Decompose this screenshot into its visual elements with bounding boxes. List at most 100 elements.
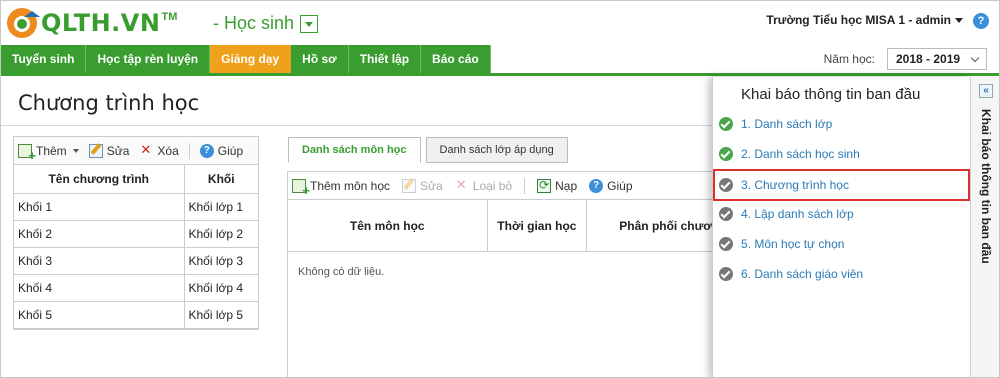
- help-icon: [589, 178, 604, 193]
- cell-grade: Khối lớp 5: [184, 301, 258, 329]
- check-icon: [719, 237, 733, 251]
- step-curriculum[interactable]: 3. Chương trình học: [713, 169, 970, 201]
- nav-tab-giang-day[interactable]: Giảng dạy: [210, 45, 292, 73]
- help-button[interactable]: Giúp: [199, 143, 244, 158]
- delete-label: Xóa: [157, 143, 179, 158]
- edit-program-button[interactable]: Sửa: [88, 143, 129, 158]
- nav-tab-tuyen-sinh[interactable]: Tuyển sinh: [1, 45, 87, 73]
- add-icon: [18, 143, 36, 163]
- logo[interactable]: QLTH.VN TM: [7, 4, 177, 42]
- step-label: 1. Danh sách lớp: [741, 117, 833, 131]
- add-subject-label: Thêm môn học: [310, 178, 391, 193]
- page-title: Chương trình học: [18, 91, 200, 115]
- program-table: Tên chương trình Khối Khối 1 Khối lớp 1 …: [14, 165, 258, 329]
- step-label: 3. Chương trình học: [741, 178, 849, 192]
- subject-toolbar: Thêm môn học Sửa Loại bỏ Nạp Giúp: [288, 172, 727, 200]
- reload-button[interactable]: Nạp: [537, 178, 578, 193]
- add-label: Thêm: [36, 143, 67, 158]
- caret-down-icon: [955, 17, 963, 23]
- chevron-down-icon[interactable]: [300, 14, 319, 33]
- graduation-logo-icon: [7, 8, 40, 38]
- add-program-button[interactable]: Thêm: [18, 143, 79, 163]
- nav-tabs: Tuyển sinh Học tập rèn luyện Giảng dạy H…: [1, 45, 491, 73]
- help-icon[interactable]: ?: [973, 13, 989, 29]
- remove-subject-label: Loại bỏ: [472, 178, 513, 193]
- side-label-text: Khai báo thông tin ban đầu: [979, 109, 993, 264]
- edit-icon: [402, 178, 417, 193]
- nav-tab-thiet-lap[interactable]: Thiết lập: [348, 45, 422, 73]
- cell-program-name: Khối 3: [14, 247, 185, 275]
- table-row[interactable]: Khối 3 Khối lớp 3: [14, 247, 258, 275]
- help-label: Giúp: [607, 178, 633, 193]
- col-subject-name[interactable]: Tên môn học: [288, 200, 488, 251]
- nav-tab-ho-so[interactable]: Hồ sơ: [291, 45, 349, 73]
- app-window: QLTH.VN TM - Học sinh Trường Tiểu học MI…: [0, 0, 1000, 378]
- main-nav: Tuyển sinh Học tập rèn luyện Giảng dạy H…: [1, 45, 999, 76]
- add-subject-button[interactable]: Thêm môn học: [292, 178, 391, 198]
- col-grade[interactable]: Khối: [184, 165, 258, 194]
- step-class-list[interactable]: 1. Danh sách lớp: [719, 110, 969, 138]
- nav-tab-bao-cao[interactable]: Báo cáo: [421, 45, 491, 73]
- help-icon: [199, 143, 214, 158]
- cell-grade: Khối lớp 1: [184, 193, 258, 221]
- step-student-list[interactable]: 2. Danh sách học sinh: [719, 140, 969, 168]
- table-header-row: Tên chương trình Khối: [14, 165, 258, 194]
- account-menu[interactable]: Trường Tiểu học MISA 1 - admin: [766, 13, 963, 27]
- cell-program-name: Khối 4: [14, 274, 185, 302]
- check-icon: [719, 267, 733, 281]
- reload-label: Nạp: [555, 178, 578, 193]
- help-button[interactable]: Giúp: [589, 178, 633, 193]
- collapse-icon[interactable]: «: [979, 84, 993, 98]
- step-label: 6. Danh sách giáo viên: [741, 267, 864, 281]
- delete-icon: [455, 177, 469, 193]
- cell-grade: Khối lớp 2: [184, 220, 258, 248]
- empty-message: Không có dữ liệu.: [298, 266, 385, 278]
- year-select[interactable]: 2018 - 2019: [887, 48, 987, 70]
- side-label: Khai báo thông tin ban đầu: [973, 109, 999, 289]
- brand-name: QLTH.VN: [41, 9, 161, 37]
- tab-subject-list[interactable]: Danh sách môn học: [288, 137, 421, 163]
- cell-program-name: Khối 2: [14, 220, 185, 248]
- check-icon: [719, 147, 733, 161]
- cell-grade: Khối lớp 3: [184, 247, 258, 275]
- toolbar-divider: [188, 142, 190, 159]
- flyout-title: Khai báo thông tin ban đầu: [741, 86, 921, 103]
- module-switcher[interactable]: - Học sinh: [213, 13, 319, 34]
- year-label: Năm học:: [823, 52, 875, 66]
- edit-subject-button[interactable]: Sửa: [402, 178, 443, 193]
- edit-icon: [88, 143, 103, 158]
- step-label: 4. Lập danh sách lớp: [741, 207, 854, 221]
- tab-applied-classes[interactable]: Danh sách lớp áp dụng: [425, 137, 568, 163]
- flyout-side-strip[interactable]: « Khai báo thông tin ban đầu: [970, 77, 999, 377]
- step-elective-subjects[interactable]: 5. Môn học tự chọn: [719, 230, 969, 258]
- check-icon: [719, 178, 733, 192]
- nav-tab-hoc-tap-ren-luyen[interactable]: Học tập rèn luyện: [86, 45, 211, 73]
- table-row[interactable]: Khối 5 Khối lớp 5: [14, 301, 258, 329]
- school-user-label: Trường Tiểu học MISA 1 - admin: [766, 13, 951, 27]
- program-list-panel: Thêm Sửa Xóa Giúp Tên chương trình Khố: [13, 136, 259, 330]
- brand-tm: TM: [161, 11, 178, 23]
- col-distribution[interactable]: Phân phối chươ: [587, 200, 727, 251]
- subject-table-header: Tên môn học Thời gian học Phân phối chươ: [288, 200, 727, 252]
- subject-tabs: Danh sách môn học Danh sách lớp áp dụng: [288, 137, 568, 163]
- col-program-name[interactable]: Tên chương trình: [14, 165, 185, 194]
- header: QLTH.VN TM - Học sinh Trường Tiểu học MI…: [1, 1, 999, 45]
- table-row[interactable]: Khối 4 Khối lớp 4: [14, 274, 258, 302]
- check-icon: [719, 117, 733, 131]
- help-label: Giúp: [217, 143, 244, 158]
- remove-subject-button[interactable]: Loại bỏ: [455, 177, 513, 193]
- cell-grade: Khối lớp 4: [184, 274, 258, 302]
- program-toolbar: Thêm Sửa Xóa Giúp: [14, 137, 258, 165]
- step-class-roster[interactable]: 4. Lập danh sách lớp: [719, 200, 969, 228]
- delete-program-button[interactable]: Xóa: [139, 142, 179, 158]
- table-row[interactable]: Khối 1 Khối lớp 1: [14, 193, 258, 221]
- refresh-icon: [537, 178, 552, 193]
- col-study-time[interactable]: Thời gian học: [488, 200, 588, 251]
- step-teacher-list[interactable]: 6. Danh sách giáo viên: [719, 260, 969, 288]
- check-icon: [719, 207, 733, 221]
- title-divider: [1, 125, 721, 126]
- caret-down-icon: [72, 148, 79, 153]
- table-row[interactable]: Khối 2 Khối lớp 2: [14, 220, 258, 248]
- module-label: - Học sinh: [213, 13, 295, 33]
- add-icon: [292, 178, 310, 198]
